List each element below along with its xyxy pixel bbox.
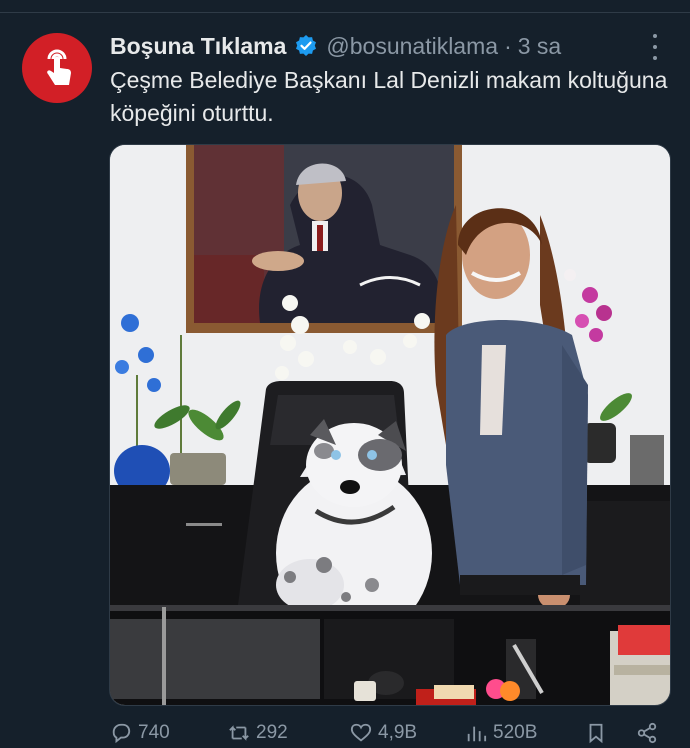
heart-icon <box>350 723 372 742</box>
avatar[interactable] <box>22 33 92 103</box>
author-name[interactable]: Boşuna Tıklama <box>110 33 286 60</box>
author-handle[interactable]: @bosunatiklama <box>326 33 498 60</box>
reply-icon <box>112 723 131 744</box>
views-icon <box>467 726 487 742</box>
reply-count: 740 <box>138 722 170 743</box>
tweet-text: Çeşme Belediye Başkanı Lal Denizli makam… <box>110 67 668 126</box>
retweet-count: 292 <box>256 722 288 743</box>
share-button[interactable] <box>635 722 665 744</box>
bookmark-icon <box>589 723 603 744</box>
verified-badge-icon <box>294 34 318 58</box>
reply-button[interactable]: 740 <box>110 722 170 744</box>
like-count: 4,9B <box>378 722 418 743</box>
tweet-header: Boşuna Tıklama @bosunatiklama · 3 sa <box>110 30 561 62</box>
like-button[interactable]: 4,9B <box>350 722 417 744</box>
views-button[interactable]: 520B <box>465 722 537 744</box>
more-icon[interactable] <box>645 34 665 60</box>
bookmark-button[interactable] <box>585 722 613 744</box>
tweet-time[interactable]: 3 sa <box>518 33 561 60</box>
tweet-actions: 740 292 4,9B 520B <box>110 718 670 748</box>
retweet-icon <box>229 725 249 741</box>
share-icon <box>637 722 657 744</box>
views-count: 520B <box>493 722 538 743</box>
separator-dot: · <box>504 32 512 59</box>
top-divider <box>0 12 690 13</box>
retweet-button[interactable]: 292 <box>228 722 288 744</box>
tweet-photo[interactable] <box>109 144 671 706</box>
tap-finger-icon <box>47 49 71 85</box>
